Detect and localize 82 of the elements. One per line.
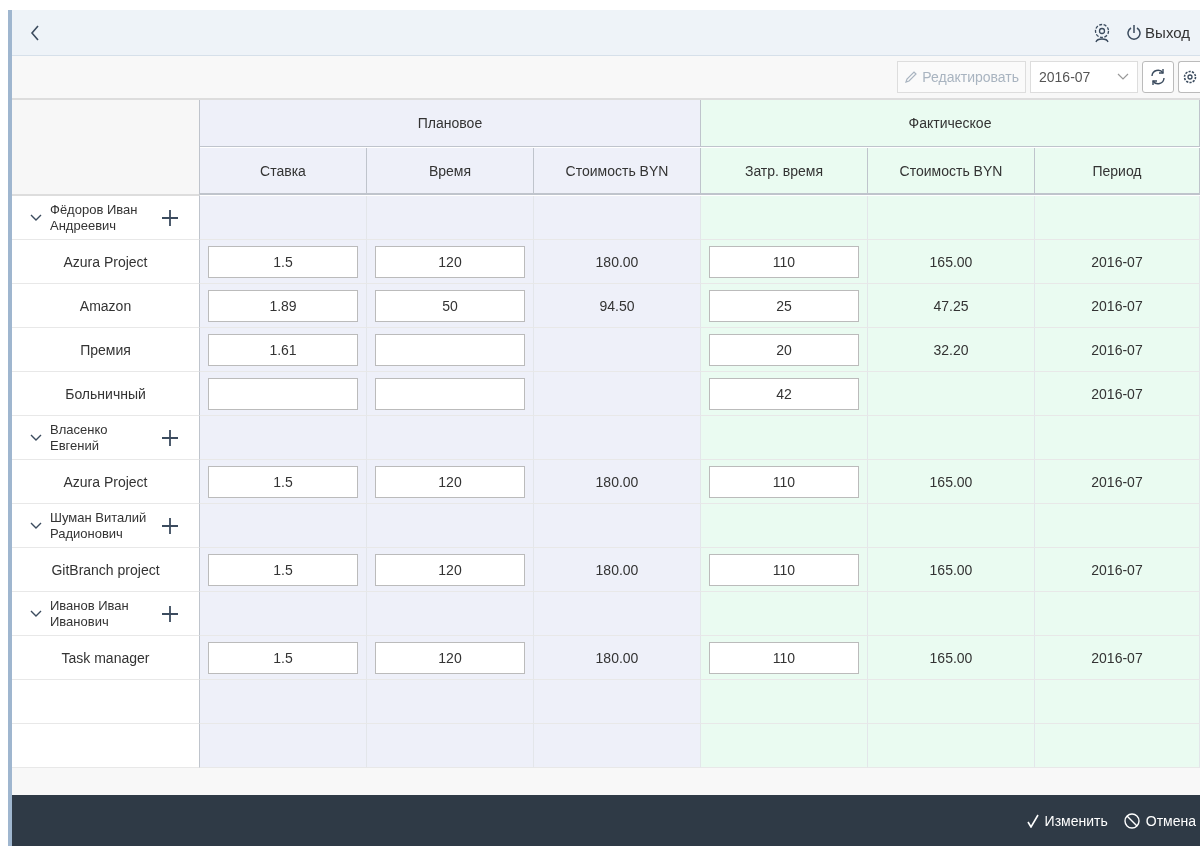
settings-icon [1181,69,1198,85]
plus-icon[interactable] [162,429,178,446]
input-field[interactable]: 110 [709,641,859,674]
table-cell: 2016-07 [1091,649,1143,666]
input-field[interactable]: 1.5 [208,553,358,586]
user-settings-icon[interactable] [1093,22,1112,43]
input-field[interactable]: 1.5 [208,641,358,674]
input-field[interactable] [208,377,358,410]
project-name: Amazon [79,297,132,314]
table-cell: 94.50 [599,297,635,314]
table-cell: 32.20 [933,341,969,358]
table-cell: 165.00 [929,561,973,578]
input-field[interactable]: 20 [709,333,859,366]
table-cell: 165.00 [929,473,973,490]
cancel-button[interactable]: Отмена [1123,812,1196,829]
input-field[interactable]: 1.5 [208,245,358,278]
employee-name: Власенко Евгений [50,421,109,454]
column-header: Время [428,162,472,179]
input-field[interactable]: 110 [709,245,859,278]
table-cell: 2016-07 [1091,385,1143,402]
plus-icon[interactable] [162,517,178,534]
table-cell: 2016-07 [1091,253,1143,270]
input-field[interactable]: 50 [375,289,525,322]
refresh-icon [1149,68,1167,86]
table-cell: 2016-07 [1091,473,1143,490]
input-field[interactable]: 120 [375,245,525,278]
period-dropdown[interactable]: 2016-07 [1030,61,1138,93]
period-value: 2016-07 [1039,69,1091,85]
table-cell: 2016-07 [1091,341,1143,358]
power-icon [1127,23,1142,42]
project-name: Премия [80,341,131,358]
column-group-header: Плановое [417,115,483,131]
input-field[interactable]: 25 [709,289,859,322]
apply-button[interactable]: Изменить [1026,812,1108,829]
column-header: Затр. время [744,162,824,179]
chevron-down-icon[interactable] [30,433,42,442]
employee-name: Иванов Иван Иванович [50,597,130,630]
chevron-down-icon[interactable] [30,521,42,530]
employee-name: Фёдоров Иван Андреевич [50,201,139,234]
project-name: Task manager [61,649,150,666]
project-name: GitBranch project [51,561,160,578]
input-field[interactable]: 120 [375,465,525,498]
input-field[interactable]: 1.89 [208,289,358,322]
project-name: Azura Project [63,253,148,270]
table-cell: 2016-07 [1091,297,1143,314]
chevron-down-icon[interactable] [30,609,42,618]
input-field[interactable]: 120 [375,553,525,586]
table-cell: 165.00 [929,253,973,270]
cancel-icon [1123,812,1140,829]
table-cell: 180.00 [595,473,639,490]
input-field[interactable]: 1.61 [208,333,358,366]
table-cell: 2016-07 [1091,561,1143,578]
column-header: Стоимость BYN [565,162,669,179]
settings-button[interactable] [1178,61,1200,93]
employee-name: Шуман Виталий Радионович [50,509,148,542]
input-field[interactable] [375,333,525,366]
table-cell: 180.00 [595,561,639,578]
input-field[interactable]: 110 [709,465,859,498]
input-field[interactable]: 110 [709,553,859,586]
column-header: Стоимость BYN [899,162,1003,179]
chevron-down-icon[interactable] [30,213,42,222]
column-group-header: Фактическое [908,115,992,131]
table-cell: 180.00 [595,649,639,666]
input-field[interactable]: 120 [375,641,525,674]
logout-button[interactable]: Выход [1125,21,1192,44]
plus-icon[interactable] [162,209,178,226]
column-header: Ставка [260,162,306,179]
checkmark-icon [1026,813,1039,828]
chevron-down-icon [1117,73,1129,81]
input-field[interactable]: 42 [709,377,859,410]
project-name: Azura Project [63,473,148,490]
project-name: Больничный [65,385,146,402]
refresh-button[interactable] [1142,61,1174,93]
table-cell: 165.00 [929,649,973,666]
pencil-icon [904,70,919,84]
plus-icon[interactable] [162,605,178,622]
input-field[interactable]: 1.5 [208,465,358,498]
table-cell: 47.25 [933,297,969,314]
back-icon [30,24,40,41]
input-field[interactable] [375,377,525,410]
table-cell: 180.00 [595,253,639,270]
column-header: Период [1092,162,1142,179]
